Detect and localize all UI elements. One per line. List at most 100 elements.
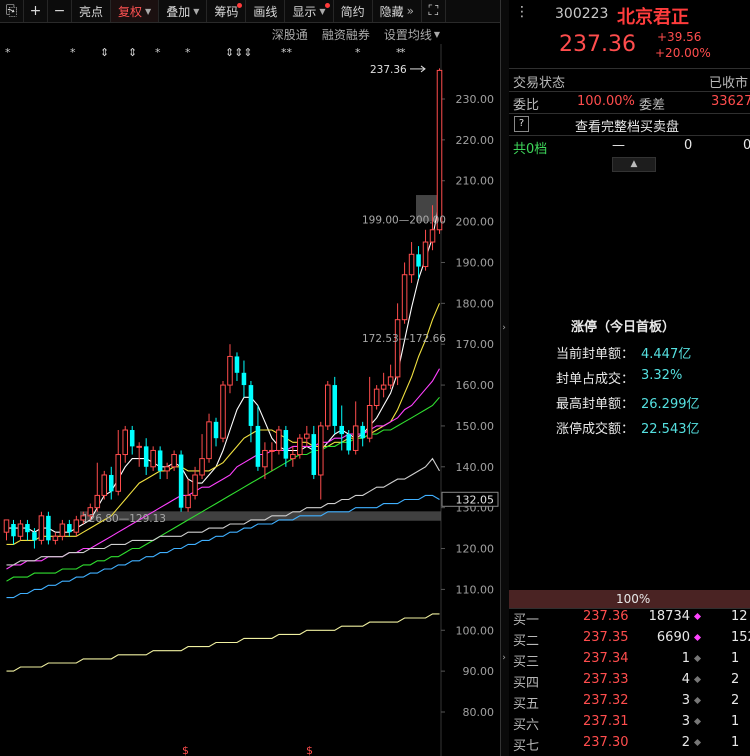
- zoom-in-icon[interactable]: +: [24, 0, 48, 22]
- candle-body[interactable]: [52, 535, 59, 541]
- candle-body[interactable]: [234, 356, 240, 373]
- candle-body[interactable]: [3, 519, 10, 533]
- subbar-item-0[interactable]: 深股通: [272, 26, 308, 43]
- toolbar-btn-7[interactable]: 画线: [246, 0, 286, 22]
- candle-body[interactable]: [262, 449, 268, 468]
- order-book-row[interactable]: 买一 237.36 18734 12: [509, 607, 750, 628]
- candle-body[interactable]: [332, 385, 338, 426]
- event-marker[interactable]: *: [185, 46, 191, 59]
- candle-body[interactable]: [304, 433, 310, 439]
- order-book-row[interactable]: 买五 237.32 3 2: [509, 691, 750, 712]
- candle-body[interactable]: [387, 376, 394, 386]
- event-marker[interactable]: ⇕: [100, 46, 109, 59]
- event-marker[interactable]: *: [70, 46, 76, 59]
- order-book-row[interactable]: 买七 237.30 2 1: [509, 733, 750, 754]
- candle-body[interactable]: [394, 319, 401, 378]
- candle-body[interactable]: [373, 388, 380, 406]
- candle-body[interactable]: [32, 532, 37, 541]
- dropdown-arrow-icon[interactable]: ▼: [434, 30, 440, 39]
- view-full-book-label[interactable]: 查看完整档买卖盘: [575, 116, 679, 135]
- candle-body[interactable]: [143, 446, 149, 467]
- candle-body[interactable]: [408, 253, 415, 276]
- fullscreen-icon[interactable]: ⛶: [422, 0, 446, 22]
- candle-body[interactable]: [346, 434, 351, 451]
- candle-body[interactable]: [297, 437, 303, 456]
- candle-body[interactable]: [429, 229, 436, 243]
- candle-body[interactable]: [366, 405, 373, 439]
- candle-body[interactable]: [171, 454, 177, 468]
- candle-body[interactable]: [46, 515, 51, 541]
- candle-body[interactable]: [73, 519, 80, 533]
- event-marker[interactable]: *: [155, 46, 161, 59]
- candle-body[interactable]: [122, 429, 128, 456]
- candle-body[interactable]: [422, 241, 429, 268]
- toolbar-btn-5[interactable]: 叠加 ▼: [159, 0, 208, 22]
- candle-body[interactable]: [192, 474, 198, 496]
- candle-body[interactable]: [129, 430, 135, 447]
- candle-body[interactable]: [38, 515, 45, 541]
- candle-body[interactable]: [199, 458, 205, 476]
- toolbar-btn-3[interactable]: 亮点: [72, 0, 112, 22]
- lock-icon[interactable]: ⎘: [0, 0, 24, 22]
- order-book-row[interactable]: 买三 237.34 1 1: [509, 649, 750, 670]
- toolbar-btn-9[interactable]: 简约: [334, 0, 373, 22]
- candle-body[interactable]: [318, 425, 324, 476]
- expand-up-icon[interactable]: ▲: [612, 157, 656, 172]
- candle-body[interactable]: [276, 429, 282, 451]
- candle-body[interactable]: [324, 384, 331, 427]
- candle-body[interactable]: [178, 454, 184, 508]
- candle-body[interactable]: [360, 425, 365, 439]
- candle-body[interactable]: [283, 430, 289, 459]
- subbar-item-2[interactable]: 设置均线: [384, 26, 432, 43]
- event-marker[interactable]: *: [5, 46, 11, 59]
- candle-body[interactable]: [220, 384, 226, 439]
- candle-body[interactable]: [101, 474, 108, 496]
- candle-body[interactable]: [401, 274, 408, 321]
- candle-body[interactable]: [67, 524, 72, 533]
- event-marker[interactable]: ⇕: [128, 46, 137, 59]
- candle-body[interactable]: [227, 355, 233, 386]
- candle-body[interactable]: [108, 474, 114, 492]
- candle-body[interactable]: [115, 454, 122, 492]
- event-marker-bottom[interactable]: $: [182, 744, 189, 756]
- candle-body[interactable]: [248, 385, 254, 426]
- candle-body[interactable]: [25, 524, 30, 533]
- candle-body[interactable]: [241, 372, 247, 386]
- candle-body[interactable]: [164, 466, 170, 472]
- order-book-row[interactable]: 买四 237.33 4 2: [509, 670, 750, 691]
- candle-body[interactable]: [380, 384, 387, 390]
- candle-body[interactable]: [436, 69, 443, 231]
- candle-body[interactable]: [290, 454, 296, 460]
- candle-body[interactable]: [157, 450, 163, 471]
- candle-body[interactable]: [150, 449, 156, 468]
- collapse-handle-icon[interactable]: ›: [501, 648, 507, 668]
- candle-body[interactable]: [339, 425, 344, 435]
- candle-body[interactable]: [94, 494, 101, 509]
- candle-body[interactable]: [136, 445, 142, 448]
- settings-icon[interactable]: ⋮: [515, 4, 529, 20]
- view-full-book-button[interactable]: ? 查看完整档买卖盘: [509, 114, 750, 135]
- candle-body[interactable]: [311, 434, 317, 475]
- toolbar-btn-4[interactable]: 复权 ▼: [111, 0, 160, 22]
- toolbar-btn-8[interactable]: 显示 ▼: [285, 0, 334, 22]
- event-marker[interactable]: ⇕⇕⇕: [225, 46, 253, 59]
- candle-body[interactable]: [416, 254, 421, 267]
- toolbar-btn-6[interactable]: 筹码: [207, 0, 247, 22]
- candlestick-chart[interactable]: 230.00 220.00 210.00 200.00 190.00 180.00 170.…: [0, 44, 500, 756]
- event-marker-bottom[interactable]: $: [306, 744, 313, 756]
- order-book-row[interactable]: 买六 237.31 3 1: [509, 712, 750, 733]
- candle-body[interactable]: [206, 421, 212, 460]
- order-book-row[interactable]: 买二 237.35 6690 152: [509, 628, 750, 649]
- candle-body[interactable]: [352, 425, 359, 451]
- zoom-out-icon[interactable]: −: [48, 0, 72, 22]
- candle-body[interactable]: [59, 523, 66, 537]
- subbar-item-1[interactable]: 融资融券: [322, 26, 370, 43]
- candle-body[interactable]: [11, 524, 16, 537]
- event-marker[interactable]: *: [355, 46, 361, 59]
- candle-body[interactable]: [269, 449, 275, 452]
- candle-body[interactable]: [213, 421, 219, 439]
- help-icon[interactable]: ?: [514, 116, 529, 132]
- event-marker[interactable]: **: [281, 46, 293, 59]
- collapse-handle-icon[interactable]: ›: [501, 318, 507, 338]
- candle-body[interactable]: [17, 523, 24, 537]
